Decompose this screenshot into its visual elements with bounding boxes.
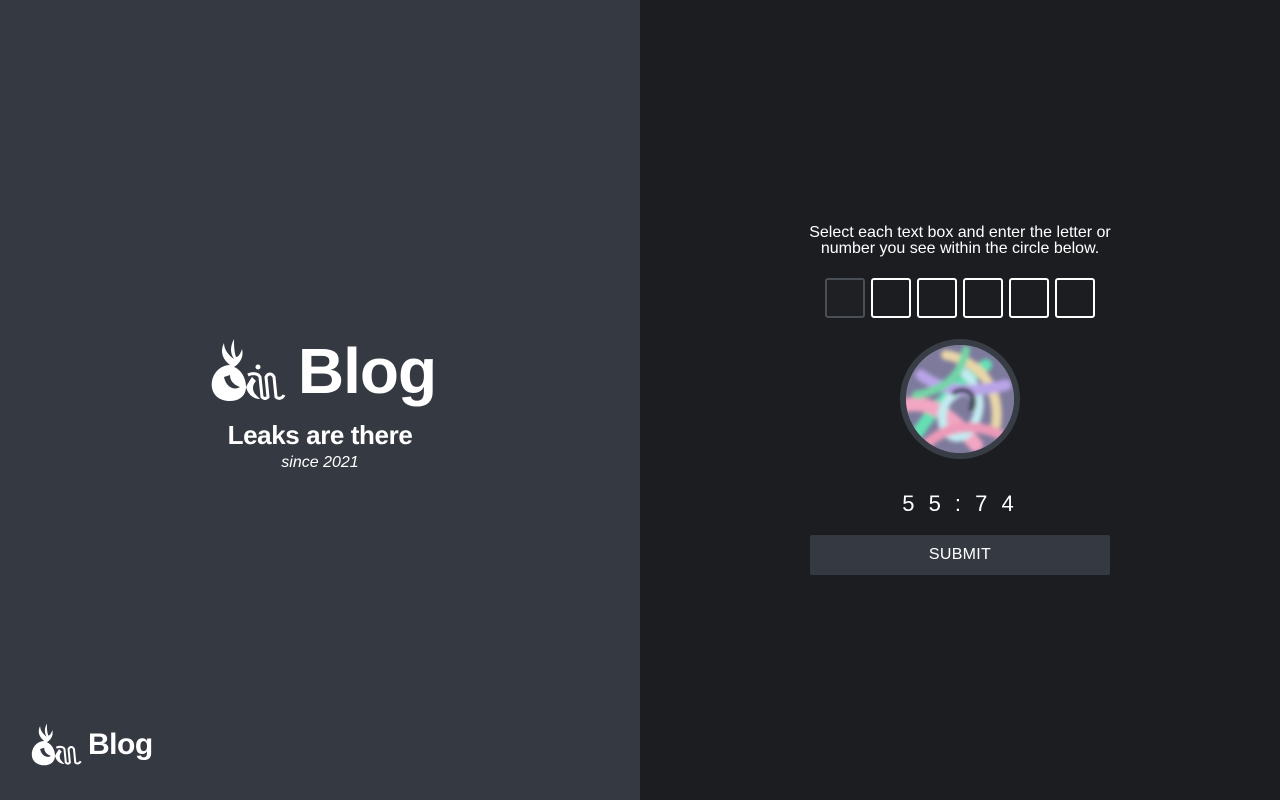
- captcha-char-input-6[interactable]: [1055, 278, 1095, 318]
- brand-row: Blog: [0, 336, 640, 406]
- captcha-char-input-2[interactable]: [871, 278, 911, 318]
- captcha-instructions: Select each text box and enter the lette…: [809, 224, 1111, 257]
- captcha-char-input-3[interactable]: [917, 278, 957, 318]
- brand-tagline: Leaks are there: [227, 420, 413, 450]
- qilin-logo-icon: [31, 723, 82, 766]
- captcha-circle: [900, 339, 1020, 459]
- footer-title: Blog: [88, 728, 153, 761]
- brand-block: Blog Leaks are there since 2021: [0, 336, 640, 474]
- brand-since: since 2021: [281, 454, 359, 471]
- captcha-timer: 5 5 : 7 4: [902, 491, 1018, 516]
- qilin-logo-icon: [211, 339, 286, 401]
- left-panel: Blog Leaks are there since 2021 Blog: [0, 0, 640, 800]
- captcha-noise-icon: [906, 345, 1014, 453]
- submit-button[interactable]: SUBMIT: [810, 535, 1110, 575]
- captcha-char-input-4[interactable]: [963, 278, 1003, 318]
- brand-title: Blog: [297, 335, 437, 407]
- captcha-char-input-5[interactable]: [1009, 278, 1049, 318]
- captcha-image: [906, 345, 1014, 453]
- captcha-input-group: [825, 278, 1095, 318]
- captcha-char-input-1[interactable]: [825, 278, 865, 318]
- footer-brand: Blog: [26, 722, 153, 768]
